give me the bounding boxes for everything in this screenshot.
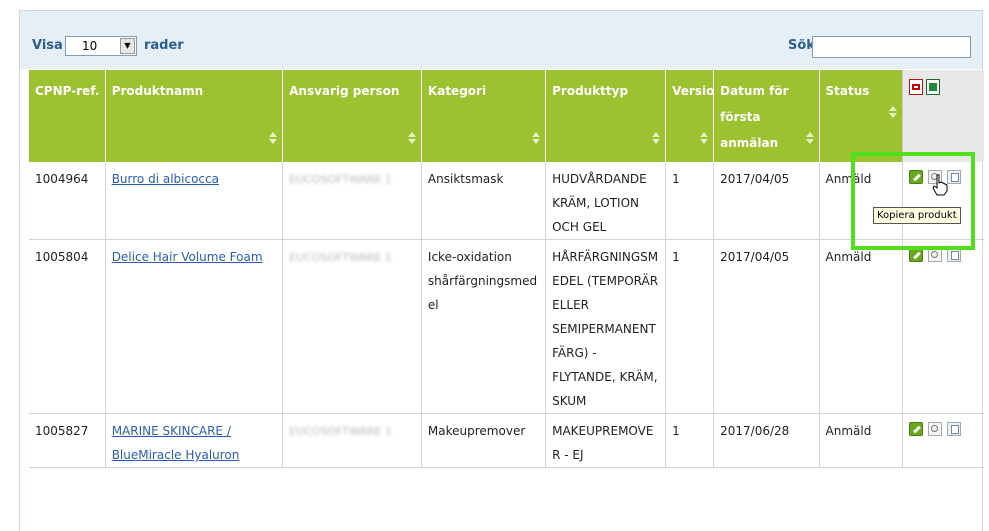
column-label: Datum för första anmälan [720, 84, 789, 150]
cell-product-name: MARINE SKINCARE / BlueMiracle Hyaluron [104, 413, 283, 468]
cell-responsible-person: EUCOSOFTWARE 1 [282, 239, 422, 414]
column-label: Produktnamn [111, 84, 204, 98]
cell-product-type: HÅRFÄRGNINGSMEDEL (TEMPORÄR ELLER SEMIPE… [545, 239, 666, 414]
column-header-status[interactable]: Status [818, 70, 903, 162]
copy-icon[interactable] [947, 248, 962, 262]
cell-status: Anmäld [818, 413, 903, 468]
view-icon[interactable] [928, 422, 943, 436]
product-link[interactable]: MARINE SKINCARE / BlueMiracle Hyaluron [112, 424, 240, 462]
column-header-cpnp-ref[interactable]: CPNP-ref. [29, 70, 106, 162]
cell-version: 1 [665, 162, 714, 240]
sort-icon[interactable] [407, 132, 416, 144]
pdf-icon[interactable] [909, 79, 924, 95]
cell-product-name: Burro di albicocca [104, 162, 283, 240]
table-header-row: CPNP-ref. Produktnamn Ansvarig person Ka… [29, 70, 984, 162]
product-link[interactable]: Delice Hair Volume Foam [112, 250, 263, 264]
sort-icon[interactable] [805, 132, 814, 144]
copy-icon[interactable] [947, 422, 962, 436]
product-link[interactable]: Burro di albicocca [112, 172, 219, 186]
rows-label: rader [144, 38, 184, 53]
cell-product-name: Delice Hair Volume Foam [104, 239, 283, 414]
column-label: Kategori [427, 84, 487, 98]
cell-product-type: MAKEUPREMOVER - EJ [545, 413, 666, 468]
view-icon[interactable] [928, 248, 943, 262]
responsible-person-text: EUCOSOFTWARE 1 [289, 425, 392, 438]
cell-responsible-person: EUCOSOFTWARE 1 [282, 162, 422, 240]
hand-cursor-icon [932, 174, 948, 196]
table-row: 1005804 Delice Hair Volume Foam EUCOSOFT… [29, 239, 984, 414]
cell-date: 2017/04/05 [713, 239, 820, 414]
cell-date: 2017/06/28 [713, 413, 820, 468]
column-label: Version [672, 84, 723, 98]
cell-version: 1 [665, 239, 714, 414]
cell-actions [902, 413, 984, 468]
column-label: CPNP-ref. [35, 84, 100, 98]
column-header-product-name[interactable]: Produktnamn [104, 70, 283, 162]
column-header-category[interactable]: Kategori [420, 70, 546, 162]
column-header-first-notification-date[interactable]: Datum för första anmälan [713, 70, 820, 162]
page-length-value: 10 [82, 39, 98, 53]
cell-category: Ansiktsmask [420, 162, 546, 240]
products-panel: Visa 10 ▼ rader Sök: CPNP-ref. Produktna… [19, 10, 984, 531]
column-label: Status [825, 84, 870, 98]
sort-icon[interactable] [700, 132, 709, 144]
column-header-responsible-person[interactable]: Ansvarig person [282, 70, 422, 162]
edit-icon[interactable] [909, 422, 924, 436]
table-row: 1004964 Burro di albicocca EUCOSOFTWARE … [29, 162, 984, 240]
chevron-down-icon[interactable]: ▼ [120, 38, 135, 54]
responsible-person-text: EUCOSOFTWARE 1 [289, 251, 392, 264]
cell-cpnp-ref: 1004964 [29, 162, 106, 240]
excel-icon[interactable] [926, 79, 941, 95]
copy-button-highlight [851, 152, 975, 250]
cell-cpnp-ref: 1005804 [29, 239, 106, 414]
column-header-product-type[interactable]: Produkttyp [545, 70, 666, 162]
edit-icon[interactable] [909, 248, 924, 262]
cell-version: 1 [665, 413, 714, 468]
search-input[interactable] [812, 36, 971, 58]
cell-actions [902, 239, 984, 414]
table-toolbar: Visa 10 ▼ rader Sök: [20, 11, 982, 69]
column-header-export [902, 70, 984, 162]
cell-responsible-person: EUCOSOFTWARE 1 [282, 413, 422, 468]
column-label: Produkttyp [552, 84, 629, 98]
cell-date: 2017/04/05 [713, 162, 820, 240]
cell-category: Makeupremover [420, 413, 546, 468]
sort-icon[interactable] [269, 132, 278, 144]
column-label: Ansvarig person [289, 84, 400, 98]
table-row: 1005827 MARINE SKINCARE / BlueMiracle Hy… [29, 413, 984, 468]
cell-cpnp-ref: 1005827 [29, 413, 106, 468]
cell-product-type: HUDVÅRDANDE KRÄM, LOTION OCH GEL [545, 162, 666, 240]
sort-icon[interactable] [532, 132, 541, 144]
page-length-select[interactable]: 10 ▼ [65, 36, 137, 56]
cell-category: Icke-oxidation shårfärgningsmedel [420, 239, 546, 414]
show-label: Visa [32, 38, 63, 53]
copy-tooltip: Kopiera produkt [873, 207, 961, 224]
products-table: CPNP-ref. Produktnamn Ansvarig person Ka… [29, 70, 984, 468]
responsible-person-text: EUCOSOFTWARE 1 [289, 173, 392, 186]
cell-status: Anmäld [818, 239, 903, 414]
sort-icon[interactable] [652, 132, 661, 144]
sort-icon[interactable] [889, 106, 898, 118]
column-header-version[interactable]: Version [665, 70, 723, 162]
